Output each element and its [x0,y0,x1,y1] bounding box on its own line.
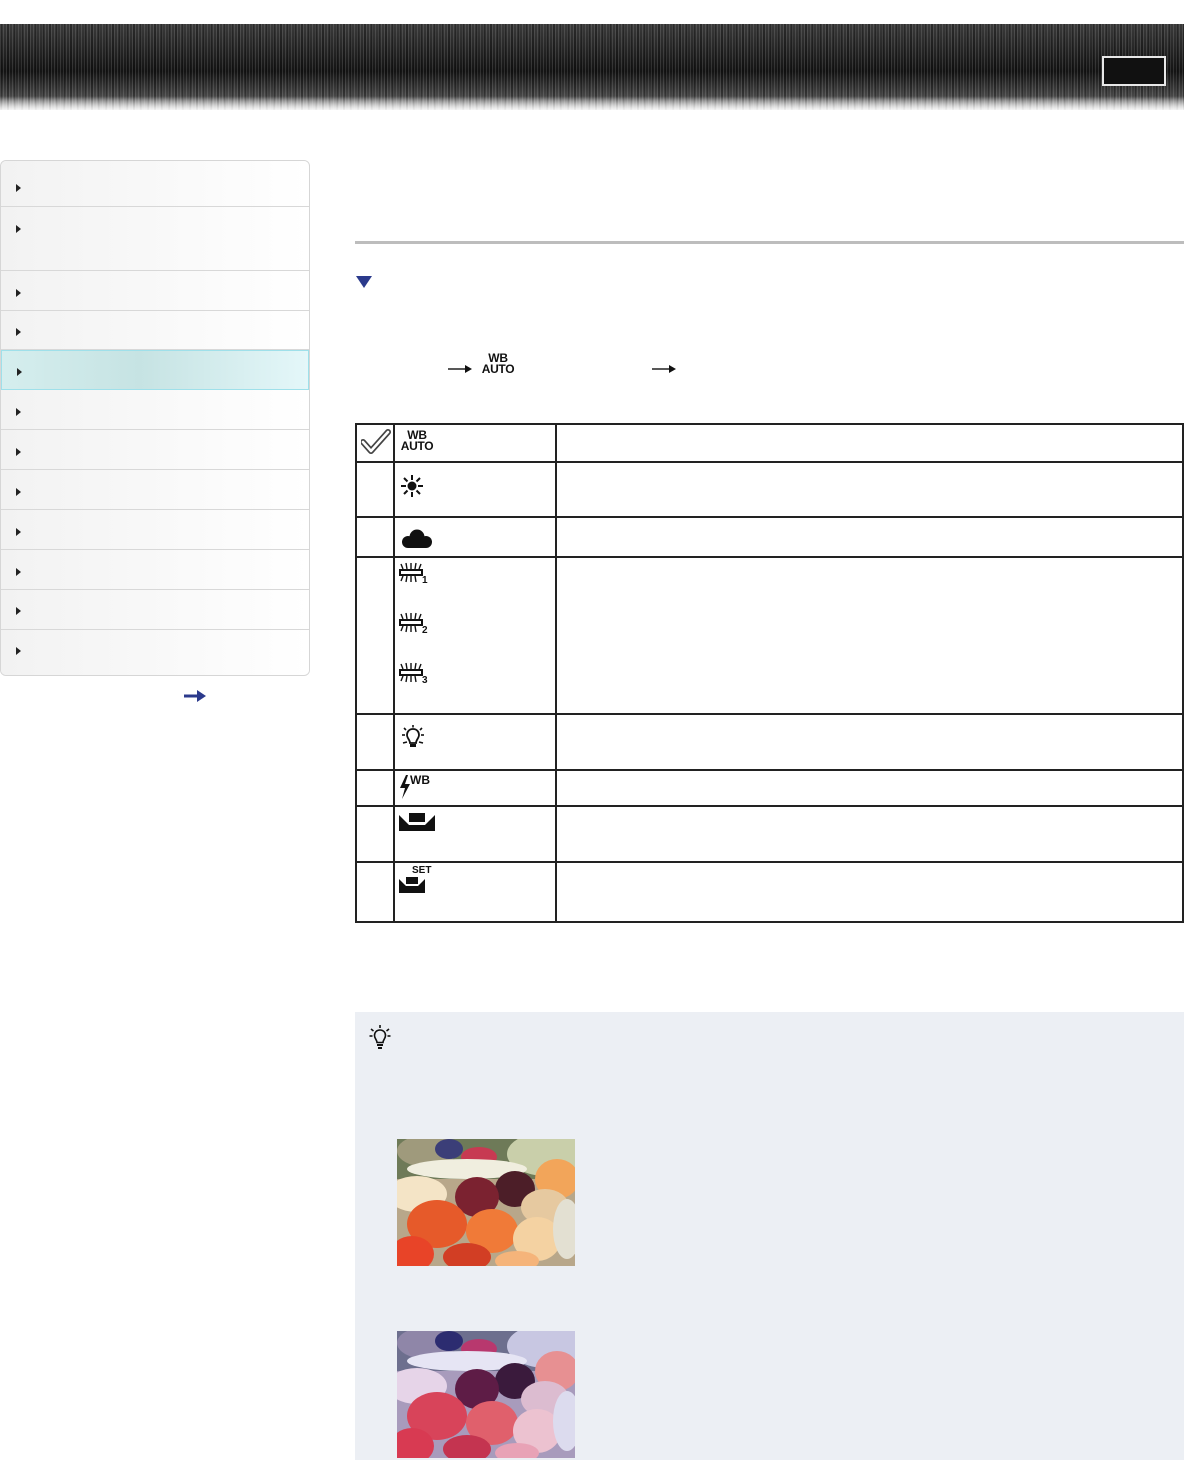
fruit-photo-warm-image [397,1139,575,1266]
description-cell [555,805,1184,863]
sidebar-item-2[interactable] [1,207,309,271]
table-row [355,805,1184,863]
fluorescent-2-icon: 2 [399,612,428,634]
one-push-icon [399,813,435,831]
sidebar-item-9[interactable] [1,510,309,550]
description-cell [555,516,1184,558]
icon-cell: 1 2 3 [393,556,557,715]
table-row [355,461,1184,518]
sidebar-item-1[interactable] [1,161,309,207]
title-divider [355,241,1184,244]
sidebar-item-10[interactable] [1,550,309,590]
empty-cell [355,861,395,923]
icon-cell [393,461,557,518]
bullet-triangle-icon [16,184,21,192]
table-row [355,516,1184,558]
one-push-set-icon: SET [399,865,439,895]
header-fade [0,96,1184,110]
empty-cell [355,556,395,715]
bullet-triangle-icon [16,647,21,655]
one-push-set-shape-icon [399,877,425,893]
table-row: WB AUTO [355,423,1184,463]
bullet-triangle-icon [17,368,22,376]
lightbulb-hint-icon [369,1025,391,1049]
icon-cell [393,805,557,863]
empty-cell [355,516,395,558]
bullet-triangle-icon [16,568,21,576]
table-row: SET [355,861,1184,923]
bullet-triangle-icon [16,408,21,416]
checkmark-icon [360,429,391,454]
path-arrow-icon [448,365,472,373]
description-cell [555,861,1184,923]
fruit-photo-warm [397,1139,575,1266]
bullet-triangle-icon [16,289,21,297]
bullet-triangle-icon [16,448,21,456]
bullet-triangle-icon [16,225,21,233]
sidebar-nav [0,160,310,676]
bullet-triangle-icon [16,488,21,496]
one-push-set-label: SET [412,865,432,876]
flash-wb-label: WB [410,773,430,787]
sidebar-item-6[interactable] [1,390,309,430]
empty-cell [355,461,395,518]
sidebar-item-11[interactable] [1,590,309,630]
sidebar-item-8[interactable] [1,470,309,510]
cloudy-icon [402,529,432,548]
bullet-triangle-icon [16,328,21,336]
sidebar-item-5-active[interactable] [1,350,309,390]
empty-cell [355,769,395,807]
sidebar-item-12[interactable] [1,630,309,675]
icon-cell [393,713,557,771]
table-row: WB [355,769,1184,807]
fluorescent-number-3: 3 [422,675,428,684]
description-cell [555,713,1184,771]
sidebar-item-7[interactable] [1,430,309,470]
hint-box [355,1012,1184,1460]
wb-auto-path-icon: WB AUTO [478,352,518,376]
table-row [355,713,1184,771]
section-collapse-icon[interactable] [356,276,372,288]
empty-cell [355,713,395,771]
icon-cell: SET [393,861,557,923]
white-balance-table: WB AUTO 1 2 3 WB SET [355,423,1184,923]
fluorescent-1-icon: 1 [399,562,428,584]
fluorescent-3-icon: 3 [399,662,428,684]
fruit-photo-cool-image [397,1331,575,1458]
icon-cell [393,516,557,558]
right-arrow-icon[interactable] [184,690,206,702]
bullet-triangle-icon [16,528,21,536]
path-arrow-icon-2 [652,365,676,373]
empty-cell [355,805,395,863]
table-row: 1 2 3 [355,556,1184,715]
icon-cell: WB [393,769,557,807]
sidebar-item-4[interactable] [1,311,309,350]
description-cell [555,556,1184,715]
default-check-cell [355,423,395,463]
flash-wb-icon: WB [399,773,439,801]
wb-auto-icon: WB AUTO [397,429,437,453]
incandescent-bulb-icon [402,725,424,747]
top-button[interactable] [1102,56,1166,86]
bullet-triangle-icon [16,607,21,615]
description-cell [555,769,1184,807]
description-cell [555,461,1184,518]
wb-auto-icon-line2: AUTO [400,439,434,453]
icon-cell: WB AUTO [393,423,557,463]
sidebar-item-3[interactable] [1,271,309,311]
wb-auto-line2: AUTO [481,362,515,376]
daylight-sun-icon [401,475,423,497]
fluorescent-icons: 1 2 3 [395,558,555,708]
fluorescent-number-2: 2 [422,625,428,634]
fluorescent-number-1: 1 [422,575,428,584]
description-cell [555,423,1184,463]
fruit-photo-cool [397,1331,575,1458]
